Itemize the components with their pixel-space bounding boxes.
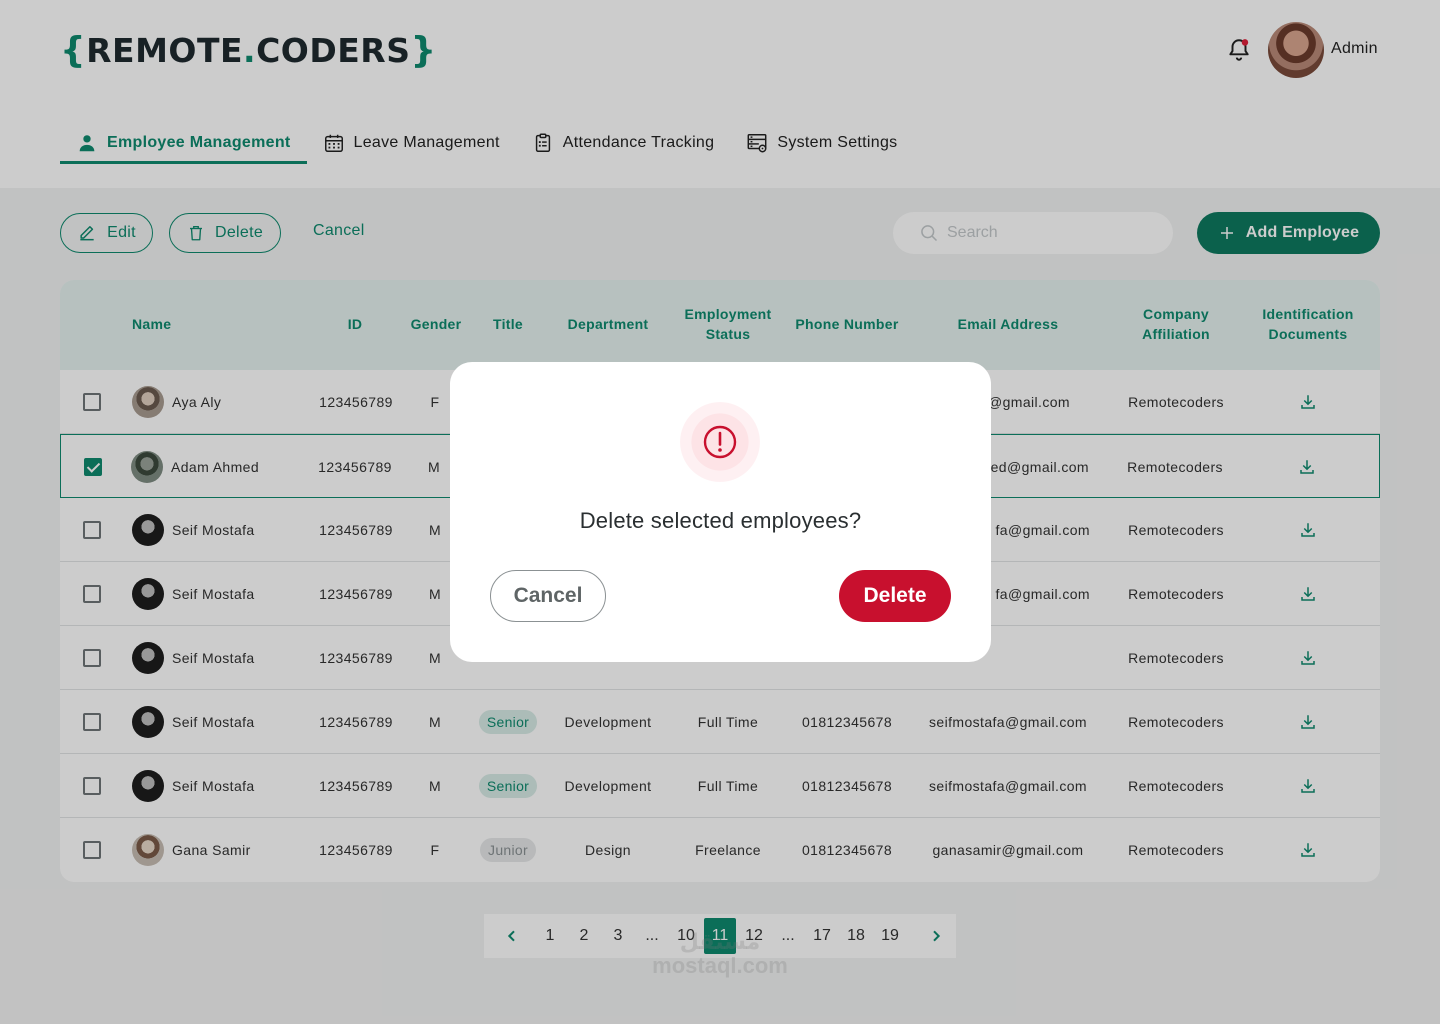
exclamation-circle-icon — [703, 425, 737, 459]
dialog-delete-button[interactable]: Delete — [839, 570, 951, 622]
dialog-message: Delete selected employees? — [579, 508, 862, 533]
warning-icon-container — [680, 402, 760, 482]
dialog-cancel-button[interactable]: Cancel — [490, 570, 606, 622]
delete-confirm-dialog: Delete selected employees? Cancel Delete — [450, 362, 991, 662]
